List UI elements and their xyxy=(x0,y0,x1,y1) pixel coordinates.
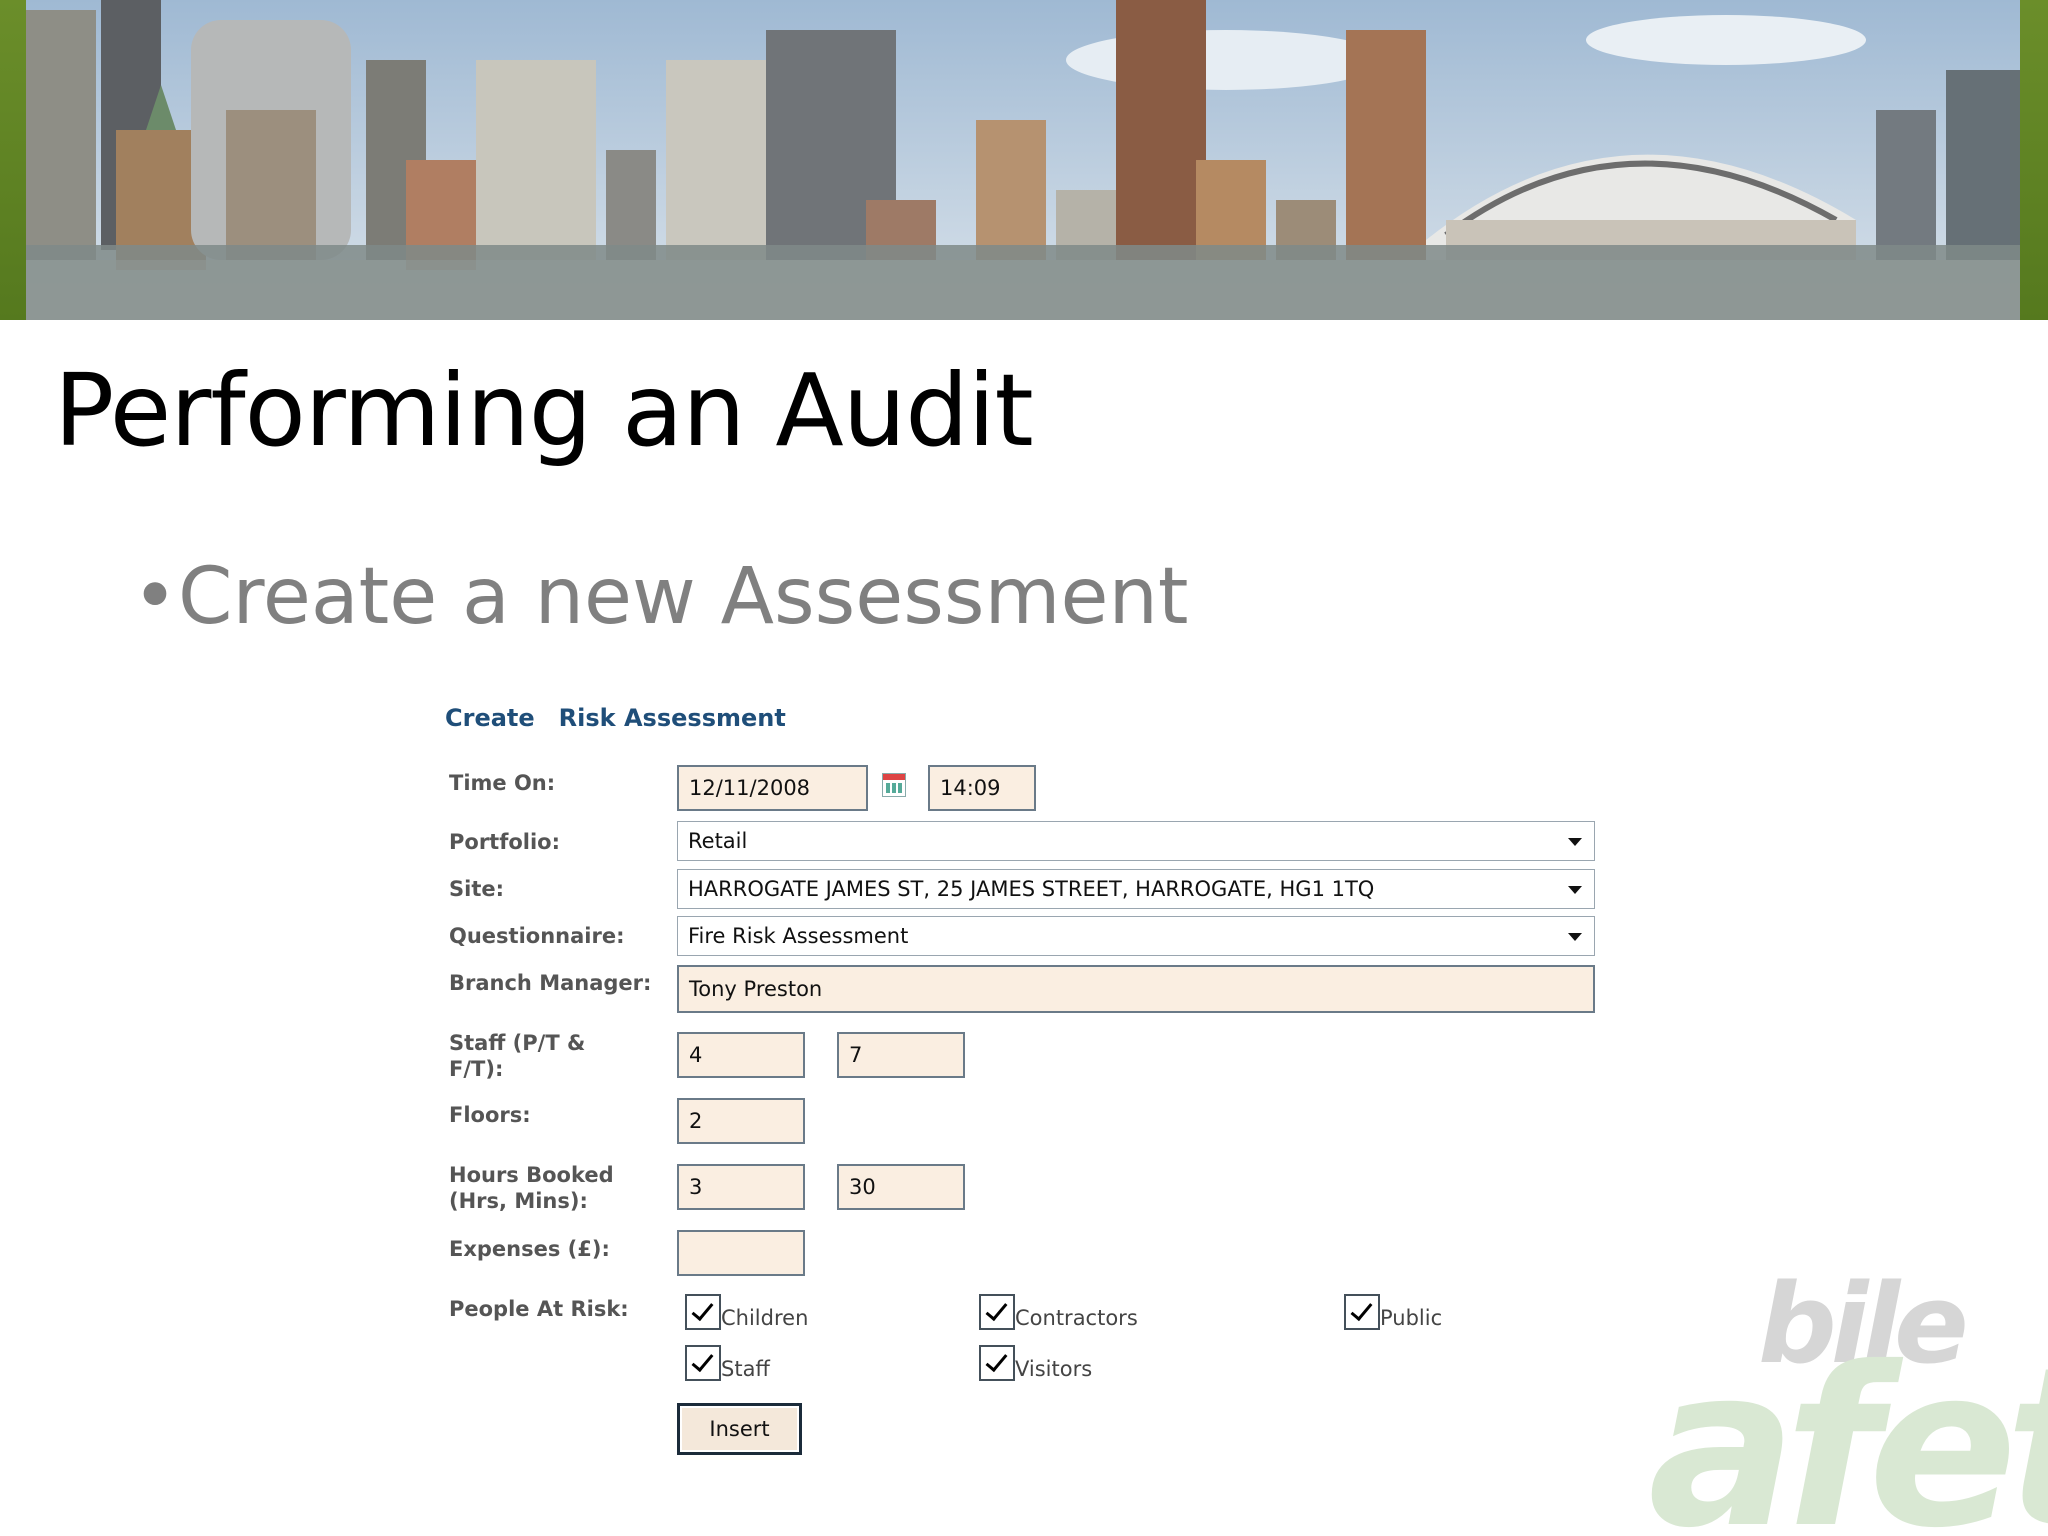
slide-bullet: •Create a new Assessment xyxy=(132,552,1189,642)
hours-label-line2: (Hrs, Mins): xyxy=(449,1189,588,1213)
people-at-risk-staff[interactable]: Staff xyxy=(685,1345,770,1381)
people-at-risk-contractors[interactable]: Contractors xyxy=(979,1294,1138,1330)
time-input[interactable]: 14:09 xyxy=(928,765,1036,811)
dropdown-arrow-icon xyxy=(1568,933,1582,941)
checkbox-label: Contractors xyxy=(1015,1306,1138,1330)
dropdown-arrow-icon xyxy=(1568,838,1582,846)
dropdown-arrow-icon xyxy=(1568,886,1582,894)
header-banner xyxy=(0,0,2048,320)
time-on-label: Time On: xyxy=(449,771,556,795)
checkbox-label: Visitors xyxy=(1015,1357,1093,1381)
questionnaire-label: Questionnaire: xyxy=(449,924,625,948)
checkbox-staff[interactable] xyxy=(685,1345,721,1381)
checkbox-public[interactable] xyxy=(1344,1294,1380,1330)
insert-button[interactable]: Insert xyxy=(677,1403,802,1455)
questionnaire-select[interactable]: Fire Risk Assessment xyxy=(677,916,1595,956)
checkbox-children[interactable] xyxy=(685,1294,721,1330)
date-input[interactable]: 12/11/2008 xyxy=(677,765,868,811)
checkbox-contractors[interactable] xyxy=(979,1294,1015,1330)
people-at-risk-children[interactable]: Children xyxy=(685,1294,808,1330)
heading-action: Create xyxy=(445,704,535,732)
calendar-icon[interactable] xyxy=(882,773,906,797)
checkbox-label: Public xyxy=(1380,1306,1443,1330)
checkbox-label: Staff xyxy=(721,1357,770,1381)
portfolio-label: Portfolio: xyxy=(449,830,560,854)
watermark-line2: afety xyxy=(1648,1320,2048,1536)
expenses-label: Expenses (£): xyxy=(449,1237,610,1261)
skyline-image xyxy=(26,0,2020,320)
people-at-risk-label: People At Risk: xyxy=(449,1297,629,1321)
site-label: Site: xyxy=(449,877,505,901)
checkbox-label: Children xyxy=(721,1306,809,1330)
people-at-risk-public[interactable]: Public xyxy=(1344,1294,1442,1330)
slide-title: Performing an Audit xyxy=(54,352,1034,469)
floors-label: Floors: xyxy=(449,1103,531,1127)
staff-label-line1: Staff (P/T & xyxy=(449,1031,586,1055)
form-heading: Create Risk Assessment xyxy=(445,704,810,732)
staff-ft-input[interactable]: 7 xyxy=(837,1032,965,1078)
hours-label-line1: Hours Booked xyxy=(449,1163,614,1187)
expenses-input[interactable] xyxy=(677,1230,805,1276)
people-at-risk-visitors[interactable]: Visitors xyxy=(979,1345,1092,1381)
site-select[interactable]: HARROGATE JAMES ST, 25 JAMES STREET, HAR… xyxy=(677,869,1595,909)
checkbox-visitors[interactable] xyxy=(979,1345,1015,1381)
portfolio-select[interactable]: Retail xyxy=(677,821,1595,861)
mins-input[interactable]: 30 xyxy=(837,1164,965,1210)
staff-label-line2: F/T): xyxy=(449,1057,504,1081)
branch-manager-input[interactable]: Tony Preston xyxy=(677,965,1595,1013)
staff-pt-input[interactable]: 4 xyxy=(677,1032,805,1078)
hours-input[interactable]: 3 xyxy=(677,1164,805,1210)
mobile-safety-watermark: bile afety xyxy=(1608,1240,2048,1536)
branch-manager-label: Branch Manager: xyxy=(449,971,652,995)
floors-input[interactable]: 2 xyxy=(677,1098,805,1144)
staff-label: Staff (P/T & F/T): xyxy=(449,1030,585,1082)
hours-booked-label: Hours Booked (Hrs, Mins): xyxy=(449,1162,614,1214)
portfolio-value: Retail xyxy=(688,829,748,853)
site-value: HARROGATE JAMES ST, 25 JAMES STREET, HAR… xyxy=(688,877,1375,901)
heading-subject: Risk Assessment xyxy=(558,704,786,732)
questionnaire-value: Fire Risk Assessment xyxy=(688,924,909,948)
